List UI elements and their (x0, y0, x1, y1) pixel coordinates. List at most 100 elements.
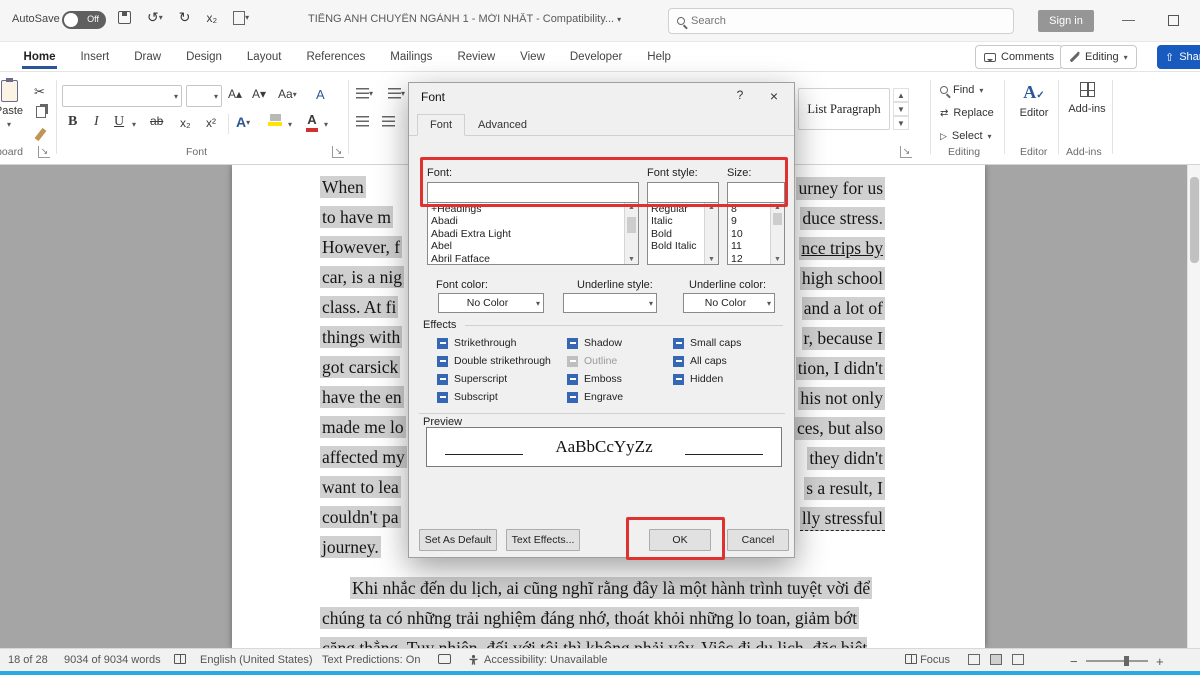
tab-developer[interactable]: Developer (568, 45, 624, 69)
superscript-button[interactable]: x² (206, 116, 216, 130)
word-count[interactable]: 9034 of 9034 words (64, 654, 161, 666)
print-layout-icon[interactable] (990, 654, 1002, 665)
font-list-item[interactable]: Abel (428, 240, 638, 252)
find-button[interactable]: Find▾ (940, 84, 983, 96)
font-size-combo[interactable]: ▾ (186, 85, 222, 107)
size-list[interactable]: 8 9 10 11 12 ▲▼ (727, 203, 785, 265)
font-name-field-input[interactable] (428, 183, 638, 202)
grow-font-button[interactable]: A▴ (228, 87, 242, 101)
font-list[interactable]: +Headings Abadi Abadi Extra Light Abel A… (427, 203, 639, 265)
tab-review[interactable]: Review (455, 45, 497, 69)
comments-button[interactable]: Comments (975, 45, 1063, 69)
text-effects-button[interactable]: A▾ (236, 114, 250, 130)
subscript-button[interactable]: x₂ (180, 116, 191, 130)
zoom-in-button[interactable]: + (1156, 654, 1164, 669)
scrollbar-thumb[interactable] (1190, 177, 1199, 263)
underline-options-icon[interactable]: ▾ (132, 120, 136, 129)
autosave-toggle[interactable]: Off (62, 11, 106, 29)
highlight-color-button[interactable] (268, 114, 282, 126)
cut-icon[interactable]: ✂ (34, 84, 45, 100)
vertical-scrollbar[interactable] (1187, 165, 1200, 648)
focus-button[interactable]: Focus (905, 654, 950, 666)
tab-mailings[interactable]: Mailings (388, 45, 434, 69)
list-scrollbar[interactable]: ▲▼ (770, 203, 784, 264)
font-name-combo[interactable]: ▾ (62, 85, 182, 107)
cancel-button[interactable]: Cancel (727, 529, 789, 551)
align-center-button[interactable] (382, 116, 395, 127)
font-style-field-input[interactable] (648, 183, 718, 202)
tab-insert[interactable]: Insert (78, 45, 111, 69)
proofing-icon[interactable] (174, 654, 186, 666)
replace-button[interactable]: ⇄Replace (940, 107, 994, 119)
tab-file[interactable]: File (0, 45, 1, 69)
effect-double-strikethrough[interactable]: Double strikethrough (437, 355, 551, 367)
strikethrough-button[interactable]: ab (150, 114, 163, 128)
share-button[interactable]: ⇧ Share (1157, 45, 1200, 69)
accessibility-status[interactable]: Accessibility: Unavailable (484, 654, 608, 666)
font-color-options-icon[interactable]: ▾ (324, 120, 328, 129)
text-predictions[interactable]: Text Predictions: On (322, 654, 420, 666)
font-style-list[interactable]: Regular Italic Bold Bold Italic ▲▼ (647, 203, 719, 265)
sign-in-button[interactable]: Sign in (1038, 10, 1094, 32)
copy-icon[interactable] (36, 106, 46, 118)
tab-references[interactable]: References (304, 45, 367, 69)
tab-draw[interactable]: Draw (132, 45, 163, 69)
tab-layout[interactable]: Layout (245, 45, 284, 69)
effect-subscript[interactable]: Subscript (437, 391, 498, 403)
effect-emboss[interactable]: Emboss (567, 373, 622, 385)
list-scrollbar[interactable]: ▲▼ (704, 203, 718, 264)
web-layout-icon[interactable] (1012, 654, 1024, 665)
underline-color-dropdown[interactable]: No Color▾ (683, 293, 775, 313)
effect-engrave[interactable]: Engrave (567, 391, 623, 403)
dialog-title-bar[interactable]: Font ? × (409, 83, 794, 111)
tab-design[interactable]: Design (184, 45, 224, 69)
bullets-button[interactable]: ▾ (356, 88, 373, 99)
search-box[interactable] (668, 8, 1014, 34)
add-ins-button[interactable]: Add-ins (1064, 82, 1110, 115)
dialog-tab-font[interactable]: Font (417, 114, 465, 136)
tab-home[interactable]: Home (22, 45, 58, 69)
read-mode-icon[interactable] (968, 654, 980, 665)
effect-shadow[interactable]: Shadow (567, 337, 622, 349)
font-color-dropdown[interactable]: No Color▾ (438, 293, 544, 313)
size-field[interactable] (727, 182, 785, 203)
title-dropdown-icon[interactable]: ▾ (617, 15, 621, 24)
font-list-item[interactable]: Abadi Extra Light (428, 228, 638, 240)
format-painter-icon[interactable] (35, 128, 47, 141)
gallery-up-icon[interactable]: ▲ (893, 88, 909, 102)
italic-button[interactable]: I (94, 114, 99, 130)
dialog-close-icon[interactable]: × (761, 88, 787, 108)
list-scrollbar[interactable]: ▲▼ (624, 203, 638, 264)
numbering-button[interactable]: ▾ (388, 88, 405, 99)
font-size-input[interactable] (187, 90, 214, 102)
set-as-default-button[interactable]: Set As Default (419, 529, 497, 551)
restore-window-icon[interactable] (1168, 15, 1179, 26)
clear-formatting-button[interactable]: A (316, 87, 325, 102)
clipboard-dialog-launcher-icon[interactable]: ↘ (38, 146, 50, 158)
dialog-help-icon[interactable]: ? (727, 88, 753, 108)
bold-button[interactable]: B (68, 114, 77, 130)
font-list-item[interactable]: Abadi (428, 215, 638, 227)
font-style-field[interactable] (647, 182, 719, 203)
zoom-slider[interactable] (1086, 660, 1148, 662)
paste-button[interactable]: Paste ▾ (0, 80, 32, 142)
effect-all-caps[interactable]: All caps (673, 355, 727, 367)
zoom-slider-thumb[interactable] (1124, 656, 1129, 666)
redo-icon[interactable]: ↻ (179, 9, 191, 26)
subscript-qat-icon[interactable]: x₂ (206, 11, 217, 25)
tab-help[interactable]: Help (645, 45, 673, 69)
ok-button[interactable]: OK (649, 529, 711, 551)
effect-strikethrough[interactable]: Strikethrough (437, 337, 516, 349)
select-button[interactable]: ▷Select▾ (940, 130, 992, 142)
change-case-button[interactable]: Aa▾ (278, 87, 297, 101)
page-indicator[interactable]: 18 of 28 (8, 654, 48, 666)
search-input[interactable] (691, 15, 971, 27)
effect-superscript[interactable]: Superscript (437, 373, 507, 385)
underline-button[interactable]: U (114, 114, 124, 130)
gallery-more-icon[interactable]: ▼ (893, 116, 909, 130)
qat-customize-icon[interactable]: ▾ (233, 11, 249, 25)
underline-style-dropdown[interactable]: ▾ (563, 293, 657, 313)
undo-icon[interactable]: ↺▾ (147, 9, 163, 26)
effect-small-caps[interactable]: Small caps (673, 337, 741, 349)
font-list-item[interactable]: +Headings (428, 203, 638, 215)
